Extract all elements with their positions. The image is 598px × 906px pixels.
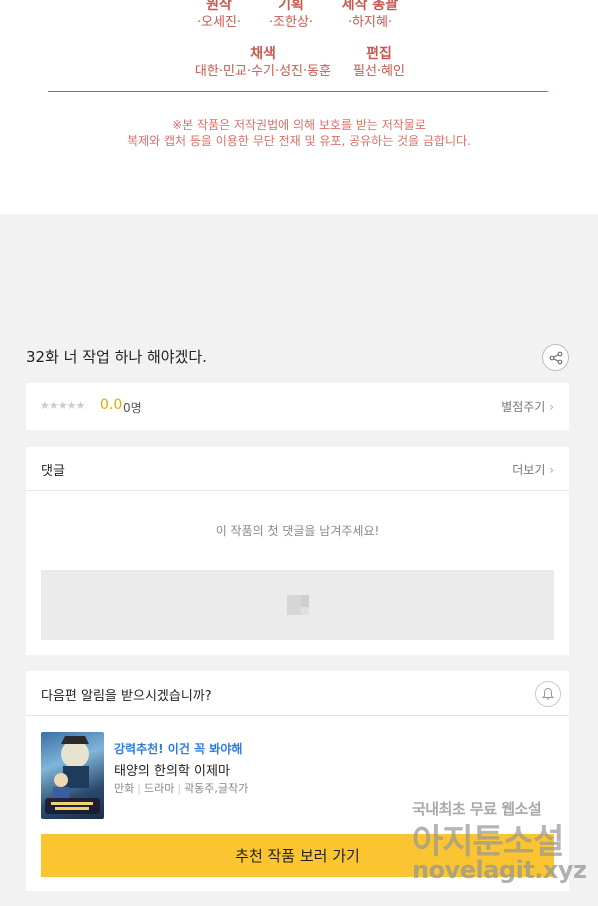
share-icon [549, 351, 562, 364]
notify-bell-button[interactable] [535, 681, 561, 707]
credit-names: 필선·혜인 [353, 64, 405, 79]
rating-score: 0.0 [100, 397, 123, 413]
credit-role: 원작 [206, 0, 232, 13]
credit-names: ·하지혜· [347, 15, 393, 30]
notify-question: 다음편 알림을 받으시겠습니까? [41, 689, 212, 704]
credit-role: 편집 [366, 46, 392, 62]
recommendation-title[interactable]: 태양의 한의학 이제마 [114, 760, 230, 779]
share-button[interactable] [542, 344, 569, 371]
recommendation-thumbnail[interactable] [41, 732, 104, 819]
star-rating-icons: ★★★★★ [40, 399, 85, 412]
separator: | [137, 782, 141, 795]
site-watermark: 국내최초 무료 웹소설 아지툰소설 novelagit.xyz [412, 798, 587, 888]
credit-coloring: 채색 대한·민교·수기·성진·동훈 [183, 45, 343, 81]
chevron-right-icon: › [549, 463, 554, 477]
credit-role: 기획 [278, 0, 304, 13]
rate-button[interactable]: 별점주기 › [501, 398, 554, 415]
credits-section: 원작 ·오세진· 기획 ·조한상· 제작 총괄 ·하지혜· 채색 대한·민교·수… [0, 0, 598, 214]
rating-count: 0명 [123, 401, 142, 415]
image-placeholder-icon [287, 595, 309, 615]
chevron-right-icon: › [549, 400, 554, 414]
separator: | [177, 782, 182, 795]
rate-label: 별점주기 [501, 400, 546, 414]
recommendation-meta: 만화 | 드라마 | 곽동주,글작가 [114, 780, 248, 796]
watermark-line3: novelagit.xyz [412, 856, 587, 884]
genre-label: 만화 [114, 782, 135, 795]
author-label: 곽동주,글작가 [184, 782, 249, 795]
comments-empty-message: 이 작품의 첫 댓글을 남겨주세요! [215, 524, 380, 538]
cover-art-image [45, 736, 100, 814]
bell-icon [541, 687, 555, 700]
credit-planning: 기획 ·조한상· [262, 0, 320, 32]
rating-card: ★★★★★ 0.0 0명 별점주기 › [26, 383, 569, 430]
comments-card: 댓글 더보기 › 이 작품의 첫 댓글을 남겨주세요! [26, 447, 569, 655]
comments-title: 댓글 [41, 464, 65, 479]
credit-role: 채색 [250, 46, 276, 62]
credit-production: 제작 총괄 ·하지혜· [330, 0, 410, 32]
divider [48, 91, 548, 92]
credit-role: 제작 총괄 [341, 0, 399, 13]
copyright-notice-line1: ※본 작품은 저작권법에 의해 보호를 받는 저작물로 [172, 118, 426, 132]
credit-editing: 편집 필선·혜인 [342, 45, 416, 81]
notify-header: 다음편 알림을 받으시겠습니까? [26, 671, 569, 716]
episode-title: 32화 너 작업 하나 해야겠다. [26, 348, 207, 366]
recommendation-tag: 강력추천! 이건 꼭 봐야해 [114, 742, 243, 756]
credit-names: 대한·민교·수기·성진·동훈 [194, 64, 332, 79]
credit-original: 원작 ·오세진· [190, 0, 248, 32]
comments-more-button[interactable]: 더보기 › [512, 461, 554, 478]
more-label: 더보기 [512, 463, 546, 477]
copyright-notice-line2: 복제와 캡처 등을 이용한 무단 전재 및 유포, 공유하는 것을 금합니다. [127, 134, 471, 148]
ad-placeholder [41, 570, 554, 640]
genre-label: 드라마 [143, 782, 175, 795]
credit-names: ·조한상· [268, 15, 314, 30]
credit-names: ·오세진· [196, 15, 242, 30]
comments-header: 댓글 더보기 › [26, 447, 569, 491]
